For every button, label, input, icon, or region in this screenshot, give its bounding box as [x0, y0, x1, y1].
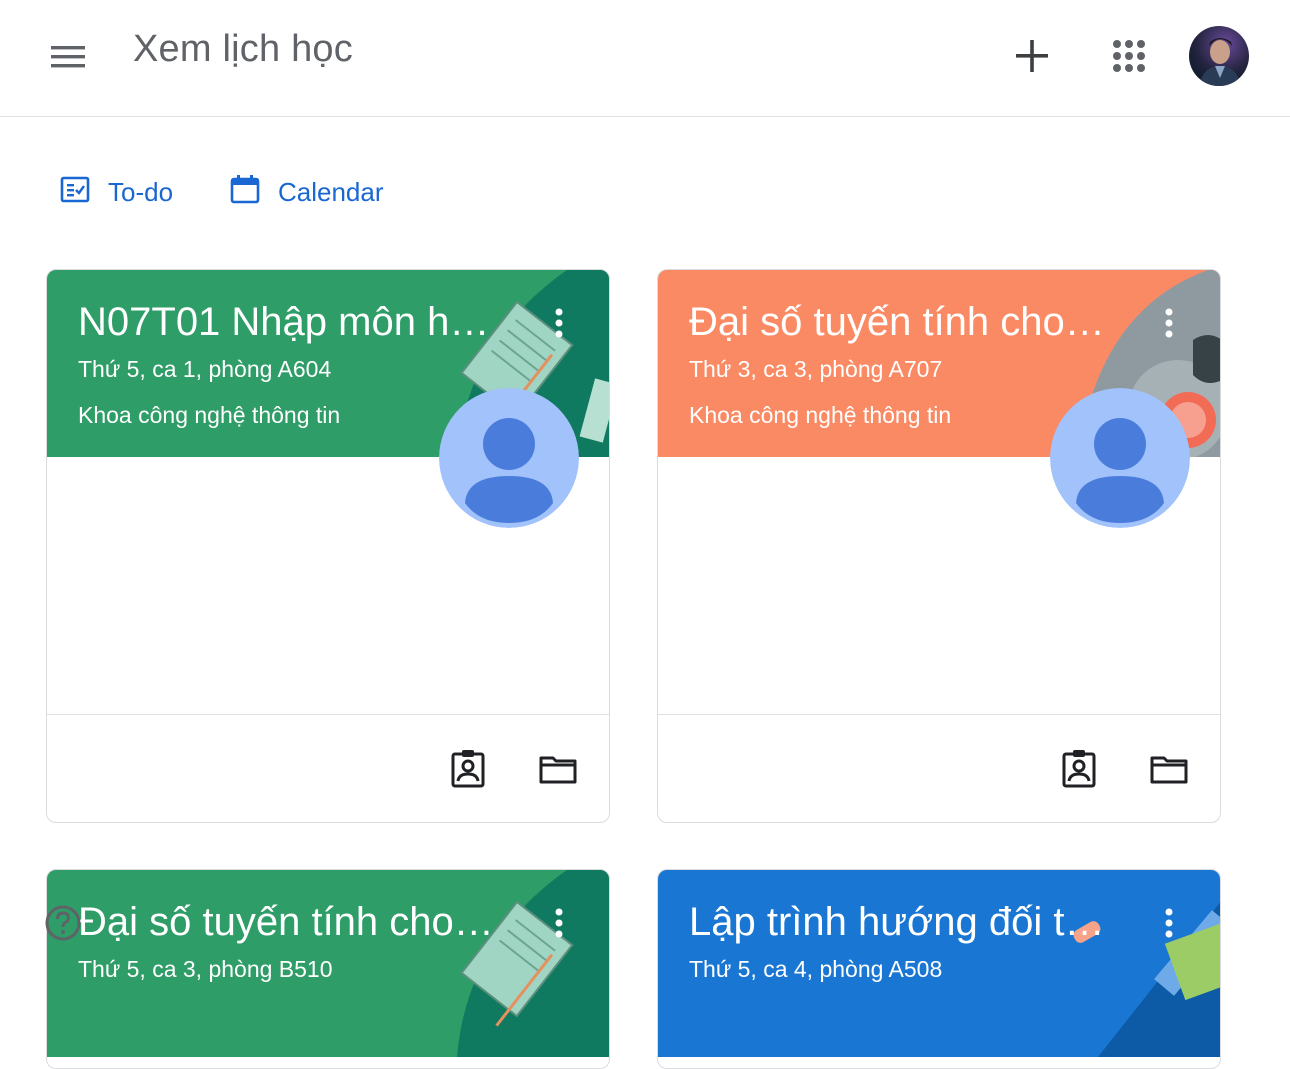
assignment-ind-icon[interactable] — [1059, 749, 1099, 789]
class-card[interactable]: Đại số tuyến tính cho… Thứ 5, ca 3, phòn… — [46, 869, 610, 1069]
class-card-header: Đại số tuyến tính cho… Thứ 5, ca 3, phòn… — [47, 870, 609, 1057]
assignment-check-icon — [58, 172, 108, 213]
class-card[interactable]: Đại số tuyến tính cho… Thứ 3, ca 3, phòn… — [657, 269, 1221, 823]
assignment-ind-icon[interactable] — [448, 749, 488, 789]
class-schedule: Thứ 3, ca 3, phòng A707 — [689, 356, 943, 382]
class-title[interactable]: Đại số tuyến tính cho… — [78, 900, 494, 945]
teacher-avatar — [1050, 388, 1190, 528]
class-department: Khoa công nghệ thông tin — [689, 402, 952, 428]
more-vert-icon[interactable] — [1157, 304, 1181, 344]
class-schedule: Thứ 5, ca 1, phòng A604 — [78, 356, 332, 382]
folder-icon[interactable] — [538, 749, 578, 789]
user-avatar[interactable] — [1189, 26, 1249, 86]
class-card[interactable]: N07T01 Nhập môn hệ… Thứ 5, ca 1, phòng A… — [46, 269, 610, 823]
apps-grid-icon[interactable] — [1105, 32, 1153, 80]
class-title[interactable]: Đại số tuyến tính cho… — [689, 300, 1105, 345]
class-card-footer — [47, 714, 609, 822]
top-app-bar: Xem lịch học — [0, 0, 1290, 117]
class-card-header: Lập trình hướng đối t… Thứ 5, ca 4, phòn… — [658, 870, 1220, 1057]
more-vert-icon[interactable] — [547, 904, 571, 944]
class-schedule: Thứ 5, ca 4, phòng A508 — [689, 956, 943, 982]
teacher-avatar — [439, 388, 579, 528]
more-vert-icon[interactable] — [547, 304, 571, 344]
todo-label: To-do — [108, 176, 174, 207]
class-card-footer — [658, 714, 1220, 822]
hamburger-menu-icon[interactable] — [44, 34, 92, 82]
more-vert-icon[interactable] — [1157, 904, 1181, 944]
page-title: Xem lịch học — [133, 28, 353, 70]
class-schedule: Thứ 5, ca 3, phòng B510 — [78, 956, 333, 982]
calendar-icon — [228, 172, 278, 213]
class-title[interactable]: Lập trình hướng đối t… — [689, 900, 1104, 945]
plus-icon[interactable] — [1008, 32, 1056, 80]
todo-link[interactable]: To-do — [58, 170, 173, 214]
calendar-link[interactable]: Calendar — [228, 170, 384, 214]
class-department: Khoa công nghệ thông tin — [78, 402, 341, 428]
calendar-label: Calendar — [278, 176, 384, 207]
class-card[interactable]: Lập trình hướng đối t… Thứ 5, ca 4, phòn… — [657, 869, 1221, 1069]
class-title[interactable]: N07T01 Nhập môn hệ… — [78, 300, 508, 345]
help-icon[interactable] — [44, 904, 82, 942]
folder-icon[interactable] — [1149, 749, 1189, 789]
